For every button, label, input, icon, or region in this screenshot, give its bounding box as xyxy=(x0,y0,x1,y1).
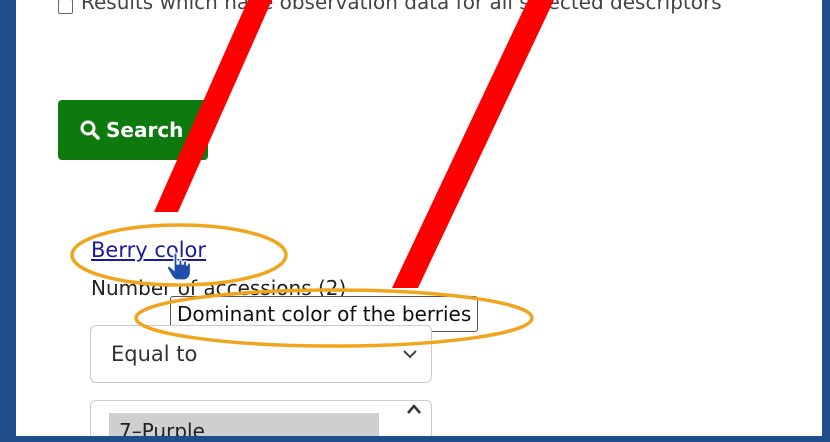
search-button[interactable]: Search xyxy=(58,100,208,160)
observation-data-label: Results which have observation data for … xyxy=(81,0,722,14)
scroll-up-icon[interactable] xyxy=(407,403,421,415)
list-item[interactable]: 7–Purple xyxy=(109,413,379,436)
app-frame: Results which have observation data for … xyxy=(16,0,822,436)
operator-select-value: Equal to xyxy=(111,342,198,366)
operator-select[interactable]: Equal to xyxy=(90,325,432,383)
search-icon xyxy=(80,120,100,140)
hand-cursor-icon xyxy=(166,252,192,281)
chevron-down-icon xyxy=(403,350,417,359)
observation-data-checkbox[interactable] xyxy=(58,0,73,14)
search-button-label: Search xyxy=(106,118,184,142)
observation-filter-row[interactable]: Results which have observation data for … xyxy=(58,0,722,14)
red-arrow-right xyxy=(392,0,554,288)
descriptor-values-list[interactable]: 7–Purple xyxy=(90,400,432,436)
